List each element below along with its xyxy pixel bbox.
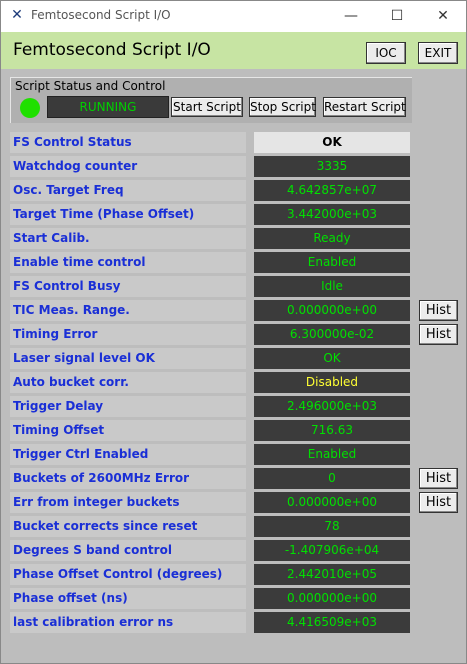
row-label: Err from integer buckets (10, 492, 246, 513)
row-auto-bucket-corr: Auto bucket corr. Disabled (1, 372, 466, 393)
app-window: ✕ Femtosecond Script I/O — ☐ ✕ Femtoseco… (0, 0, 467, 664)
window-title: Femtosecond Script I/O (31, 8, 171, 22)
script-state-display: RUNNING (47, 96, 169, 118)
row-value: Idle (254, 276, 410, 297)
row-value: 3335 (254, 156, 410, 177)
row-phase-offset-ns: Phase offset (ns) 0.000000e+00 (1, 588, 466, 609)
row-value: 3.442000e+03 (254, 204, 410, 225)
row-label: Trigger Ctrl Enabled (10, 444, 246, 465)
row-value: OK (254, 132, 410, 153)
row-value: 716.63 (254, 420, 410, 441)
row-phase-offset-control: Phase Offset Control (degrees) 2.442010e… (1, 564, 466, 585)
row-fs-control-busy: FS Control Busy Idle (1, 276, 466, 297)
row-label: Start Calib. (10, 228, 246, 249)
row-value: OK (254, 348, 410, 369)
row-value: Ready (254, 228, 410, 249)
row-label: Trigger Delay (10, 396, 246, 417)
row-start-calib: Start Calib. Ready (1, 228, 466, 249)
status-panel-title: Script Status and Control (15, 79, 166, 93)
row-err-integer-buckets: Err from integer buckets 0.000000e+00 Hi… (1, 492, 466, 513)
row-laser-signal-level: Laser signal level OK OK (1, 348, 466, 369)
row-trigger-ctrl-enabled: Trigger Ctrl Enabled Enabled (1, 444, 466, 465)
row-label: Target Time (Phase Offset) (10, 204, 246, 225)
stop-script-button[interactable]: Stop Script (249, 97, 316, 117)
x-app-icon: ✕ (11, 7, 23, 23)
page-title: Femtosecond Script I/O (13, 40, 211, 60)
row-label: last calibration error ns (10, 612, 246, 633)
row-label: Phase offset (ns) (10, 588, 246, 609)
row-value: 2.442010e+05 (254, 564, 410, 585)
row-value: 4.642857e+07 (254, 180, 410, 201)
row-buckets-error: Buckets of 2600MHz Error 0 Hist (1, 468, 466, 489)
row-label: Laser signal level OK (10, 348, 246, 369)
start-script-button[interactable]: Start Script (171, 97, 243, 117)
row-trigger-delay: Trigger Delay 2.496000e+03 (1, 396, 466, 417)
title-bar: ✕ Femtosecond Script I/O — ☐ ✕ (1, 1, 466, 32)
row-tic-meas-range: TIC Meas. Range. 0.000000e+00 Hist (1, 300, 466, 321)
row-fs-control-status: FS Control Status OK (1, 132, 466, 153)
row-label: FS Control Busy (10, 276, 246, 297)
row-label: Bucket corrects since reset (10, 516, 246, 537)
row-label: Degrees S band control (10, 540, 246, 561)
row-value: 2.496000e+03 (254, 396, 410, 417)
script-status-panel: Script Status and Control RUNNING Start … (10, 77, 412, 123)
app-header: Femtosecond Script I/O IOC EXIT (1, 32, 466, 69)
row-label: Osc. Target Freq (10, 180, 246, 201)
row-value: 0 (254, 468, 410, 489)
row-label: FS Control Status (10, 132, 246, 153)
row-value: 78 (254, 516, 410, 537)
row-label: Watchdog counter (10, 156, 246, 177)
row-value: 0.000000e+00 (254, 300, 410, 321)
maximize-icon[interactable]: ☐ (374, 1, 420, 32)
row-timing-error: Timing Error 6.300000e-02 Hist (1, 324, 466, 345)
row-label: Enable time control (10, 252, 246, 273)
row-value: Disabled (254, 372, 410, 393)
exit-button[interactable]: EXIT (418, 42, 458, 64)
row-label: Timing Offset (10, 420, 246, 441)
row-value: Enabled (254, 444, 410, 465)
row-label: Phase Offset Control (degrees) (10, 564, 246, 585)
row-label: Timing Error (10, 324, 246, 345)
row-enable-time-control: Enable time control Enabled (1, 252, 466, 273)
row-bucket-corrects: Bucket corrects since reset 78 (1, 516, 466, 537)
row-target-time: Target Time (Phase Offset) 3.442000e+03 (1, 204, 466, 225)
row-value: 6.300000e-02 (254, 324, 410, 345)
hist-button[interactable]: Hist (419, 492, 458, 513)
restart-script-button[interactable]: Restart Script (323, 97, 406, 117)
row-value: -1.407906e+04 (254, 540, 410, 561)
status-led-icon (20, 98, 40, 118)
row-label: TIC Meas. Range. (10, 300, 246, 321)
row-degrees-s-band: Degrees S band control -1.407906e+04 (1, 540, 466, 561)
close-icon[interactable]: ✕ (420, 1, 466, 32)
row-watchdog-counter: Watchdog counter 3335 (1, 156, 466, 177)
row-value: 0.000000e+00 (254, 492, 410, 513)
row-timing-offset: Timing Offset 716.63 (1, 420, 466, 441)
hist-button[interactable]: Hist (419, 300, 458, 321)
ioc-button[interactable]: IOC (366, 42, 406, 64)
row-last-calibration-error: last calibration error ns 4.416509e+03 (1, 612, 466, 633)
row-value: 0.000000e+00 (254, 588, 410, 609)
minimize-icon[interactable]: — (328, 1, 374, 32)
row-osc-target-freq: Osc. Target Freq 4.642857e+07 (1, 180, 466, 201)
row-value: Enabled (254, 252, 410, 273)
row-label: Auto bucket corr. (10, 372, 246, 393)
row-label: Buckets of 2600MHz Error (10, 468, 246, 489)
row-value: 4.416509e+03 (254, 612, 410, 633)
hist-button[interactable]: Hist (419, 468, 458, 489)
hist-button[interactable]: Hist (419, 324, 458, 345)
